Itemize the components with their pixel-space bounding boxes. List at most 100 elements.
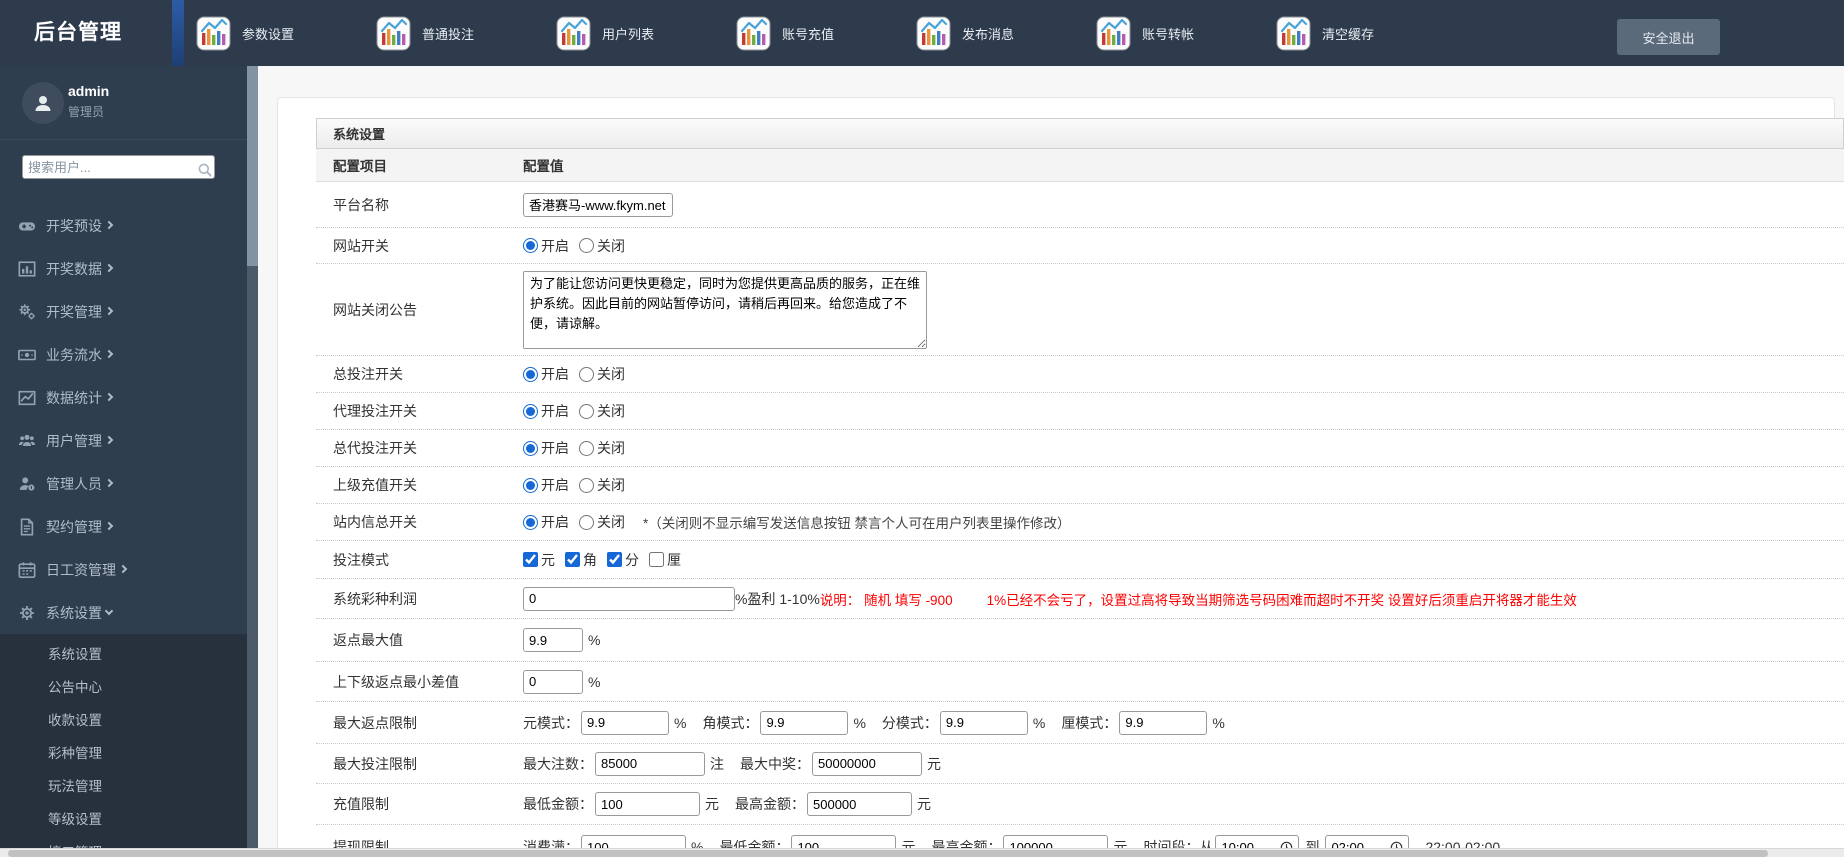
topbar-nav-label: 普通投注	[422, 26, 475, 42]
row-value: %	[523, 628, 1844, 652]
radio-on[interactable]	[523, 477, 538, 493]
checkbox[interactable]	[607, 552, 622, 567]
input-recharge-limit-1[interactable]	[595, 792, 700, 816]
sidebar-item-admin-staff[interactable]: 管理人员	[0, 462, 247, 505]
input-max-rebate-limit-2[interactable]	[760, 710, 849, 735]
search-input[interactable]	[22, 155, 215, 179]
field-unit: %	[1212, 714, 1225, 731]
radio-off[interactable]	[579, 514, 594, 530]
checkbox[interactable]	[523, 552, 538, 567]
gear-icon	[18, 604, 36, 622]
sidebar-scrollbar-thumb[interactable]	[247, 66, 258, 266]
chart-icon	[556, 16, 591, 51]
checkbox[interactable]	[565, 552, 580, 567]
field-unit: %	[588, 673, 601, 690]
logout-button[interactable]: 安全退出	[1617, 19, 1720, 55]
sidebar-subitem-2[interactable]: 公告中心	[0, 671, 247, 704]
sidebar-subitem-3[interactable]: 收款设置	[0, 704, 247, 737]
checkbox[interactable]	[649, 552, 664, 567]
radio-off[interactable]	[579, 366, 594, 382]
topbar-nav-item-4[interactable]: 账号充值	[736, 0, 834, 66]
field-unit: 元	[927, 755, 941, 772]
radio-option-off-total-bet-switch[interactable]: 关闭	[579, 364, 625, 384]
radio-label: 开启	[541, 514, 569, 530]
topbar-nav-item-6[interactable]: 账号转帐	[1096, 0, 1194, 66]
sidebar-item-daily-wage[interactable]: 日工资管理	[0, 548, 247, 591]
sidebar-item-data-stats[interactable]: 数据统计	[0, 376, 247, 419]
checkbox-option-3[interactable]: 分	[607, 550, 639, 570]
sidebar-item-business-flow[interactable]: 业务流水	[0, 333, 247, 376]
radio-label: 开启	[541, 440, 569, 456]
input-rebate-max[interactable]	[523, 628, 583, 652]
input-platform-name[interactable]	[523, 192, 673, 217]
radio-on[interactable]	[523, 366, 538, 382]
radio-on[interactable]	[523, 238, 538, 253]
sidebar-item-lottery-manage[interactable]: 开奖管理	[0, 290, 247, 333]
radio-label: 开启	[541, 403, 569, 419]
radio-option-on-general-agent-bet-switch[interactable]: 开启	[523, 438, 569, 458]
chevron-right-icon	[104, 349, 114, 359]
checkbox-option-2[interactable]: 角	[565, 550, 597, 570]
input-max-bet-limit-2[interactable]	[812, 751, 922, 776]
sidebar-item-label: 业务流水	[46, 346, 102, 363]
radio-option-on-total-bet-switch[interactable]: 开启	[523, 364, 569, 384]
sidebar-item-user-manage[interactable]: 用户管理	[0, 419, 247, 462]
radio-option-off-parent-recharge-switch[interactable]: 关闭	[579, 475, 625, 495]
radio-option-off-site-message-switch[interactable]: 关闭	[579, 512, 625, 532]
radio-on[interactable]	[523, 440, 538, 456]
sidebar-scrollbar[interactable]	[247, 66, 258, 848]
users-icon	[18, 432, 36, 450]
textarea-site-close-notice[interactable]: 为了能让您访问更快更稳定，同时为您提供更高品质的服务，正在维护系统。因此目前的网…	[523, 270, 927, 349]
radio-off[interactable]	[579, 403, 594, 419]
radio-option-on-agent-bet-switch[interactable]: 开启	[523, 401, 569, 421]
horizontal-scrollbar-thumb[interactable]	[8, 850, 1768, 857]
radio-on[interactable]	[523, 403, 538, 419]
sidebar-item-system-settings[interactable]: 系统设置	[0, 591, 247, 634]
topbar-nav-item-7[interactable]: 清空缓存	[1276, 0, 1374, 66]
input-system-lottery-profit[interactable]	[523, 586, 735, 611]
topbar-nav-item-2[interactable]: 普通投注	[376, 0, 474, 66]
radio-option-on-parent-recharge-switch[interactable]: 开启	[523, 475, 569, 495]
sidebar-subitem-1[interactable]: 系统设置	[0, 638, 247, 671]
sidebar-item-contract-manage[interactable]: 契约管理	[0, 505, 247, 548]
column-config-item: 配置项目	[333, 159, 387, 174]
user-role: 管理员	[68, 105, 105, 119]
radio-option-off-agent-bet-switch[interactable]: 关闭	[579, 401, 625, 421]
sidebar-subitem-4[interactable]: 彩种管理	[0, 737, 247, 770]
table-row-max-bet-limit: 最大投注限制 最大注数： 注最大中奖： 元	[316, 744, 1844, 784]
checkbox-option-4[interactable]: 厘	[649, 550, 681, 570]
row-label: 投注模式	[333, 551, 389, 568]
row-label: 总代投注开关	[333, 440, 417, 456]
chevron-right-icon	[104, 220, 114, 230]
topbar-nav-item-5[interactable]: 发布消息	[916, 0, 1014, 66]
radio-label: 关闭	[597, 477, 625, 493]
radio-off[interactable]	[579, 238, 594, 253]
radio-off[interactable]	[579, 440, 594, 456]
input-max-bet-limit-1[interactable]	[595, 751, 705, 776]
input-max-rebate-limit-4[interactable]	[1119, 710, 1208, 735]
input-max-rebate-limit-1[interactable]	[581, 710, 669, 735]
sidebar-subitem-6[interactable]: 等级设置	[0, 803, 247, 836]
horizontal-scrollbar[interactable]	[0, 848, 1844, 857]
checkbox-option-1[interactable]: 元	[523, 550, 555, 570]
row-value: 为了能让您访问更快更稳定，同时为您提供更高品质的服务，正在维护系统。因此目前的网…	[523, 270, 1844, 349]
input-rebate-min-diff[interactable]	[523, 669, 583, 694]
sidebar-subitem-5[interactable]: 玩法管理	[0, 770, 247, 803]
table-row-agent-bet-switch: 代理投注开关 开启 关闭	[316, 393, 1844, 430]
table-row-site-close-notice: 网站关闭公告 为了能让您访问更快更稳定，同时为您提供更高品质的服务，正在维护系统。…	[316, 264, 1844, 356]
sidebar-item-lottery-data[interactable]: 开奖数据	[0, 247, 247, 290]
row-label: 上级充值开关	[333, 477, 417, 493]
radio-off[interactable]	[579, 477, 594, 493]
field-unit: 元	[705, 796, 719, 812]
radio-on[interactable]	[523, 514, 538, 530]
input-recharge-limit-2[interactable]	[807, 792, 912, 816]
topbar-nav-item-3[interactable]: 用户列表	[556, 0, 654, 66]
input-max-rebate-limit-3[interactable]	[939, 710, 1028, 735]
sidebar-item-lottery-preset[interactable]: 开奖预设	[0, 204, 247, 247]
topbar-nav-item-1[interactable]: 参数设置	[196, 0, 294, 66]
radio-option-off-site-switch[interactable]: 关闭	[579, 236, 625, 256]
search-icon[interactable]	[197, 162, 213, 178]
radio-option-off-general-agent-bet-switch[interactable]: 关闭	[579, 438, 625, 458]
radio-option-on-site-message-switch[interactable]: 开启	[523, 512, 569, 532]
radio-option-on-site-switch[interactable]: 开启	[523, 236, 569, 256]
